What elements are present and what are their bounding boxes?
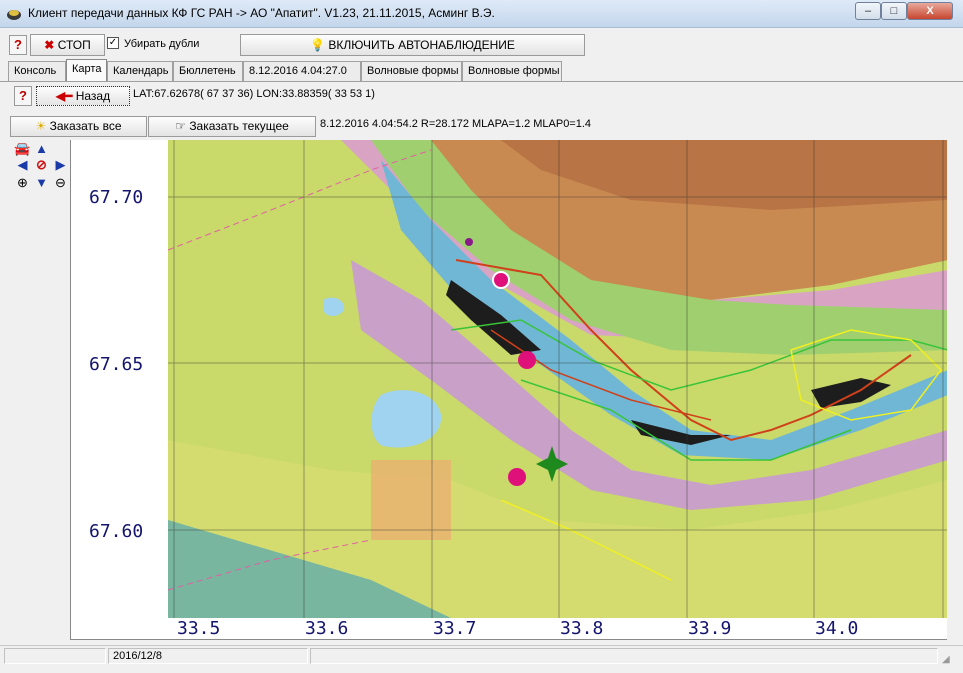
app-icon: [7, 10, 21, 20]
stop-x-icon: ✖: [44, 38, 55, 52]
tab-0[interactable]: Консоль: [8, 61, 66, 81]
status-cell: [310, 648, 938, 664]
arrow-down-icon[interactable]: ▼: [33, 174, 50, 191]
arrow-up-icon[interactable]: ▲: [33, 140, 50, 157]
lon-label: 33.5: [177, 618, 221, 639]
zoom-in-icon[interactable]: ⊕: [14, 174, 31, 191]
auto-observe-label: ВКЛЮЧИТЬ АВТОНАБЛЮДЕНИЕ: [328, 38, 515, 52]
status-cell: [4, 648, 106, 664]
help-button[interactable]: ?: [9, 35, 27, 55]
sun-icon: ☀: [35, 119, 47, 133]
geologic-map: [167, 140, 947, 618]
pointing-hand-icon: ☞: [175, 119, 186, 133]
map-canvas[interactable]: [71, 140, 947, 640]
lon-label: 33.7: [433, 618, 477, 639]
cursor-coords: LAT:67.62678( 67 37 36) LON:33.88359( 33…: [133, 88, 375, 100]
event-info: 8.12.2016 4.04:54.2 R=28.172 MLAPA=1.2 M…: [320, 118, 592, 130]
station-marker[interactable]: [508, 468, 526, 486]
stop-label: СТОП: [57, 38, 91, 52]
tab-6[interactable]: Волновые формы: [462, 61, 562, 81]
lat-label: 67.60: [89, 521, 144, 542]
order-all-button[interactable]: ☀ Заказать все: [10, 116, 147, 137]
lon-label: 34.0: [815, 618, 859, 639]
back-button[interactable]: ◀━ Назад: [36, 86, 130, 106]
title-bar: Клиент передачи данных КФ ГС РАН -> АО "…: [0, 0, 963, 28]
order-current-button[interactable]: ☞ Заказать текущее: [148, 116, 316, 137]
dedupe-checkbox[interactable]: ✓: [107, 37, 119, 49]
tab-2[interactable]: Календарь: [107, 61, 173, 81]
map-nav-panel: 🚘 ▲ ◀ ⊘ ▶ ⊕ ▼ ⊖: [10, 140, 70, 640]
arrow-left-icon: ◀━: [55, 89, 73, 103]
order-current-label: Заказать текущее: [189, 119, 289, 133]
lat-label: 67.70: [89, 187, 144, 208]
zoom-out-icon[interactable]: ⊖: [52, 174, 69, 191]
window-title: Клиент передачи данных КФ ГС РАН -> АО "…: [28, 6, 495, 20]
arrow-left-icon[interactable]: ◀: [14, 156, 31, 173]
close-button[interactable]: X: [907, 2, 953, 20]
tab-1[interactable]: Карта: [66, 59, 107, 81]
station-marker-core: [497, 276, 505, 284]
map-help-button[interactable]: ?: [14, 86, 32, 106]
station-dot[interactable]: [465, 238, 473, 246]
tab-4[interactable]: 8.12.2016 4.04:27.0: [243, 61, 361, 81]
lon-label: 33.9: [688, 618, 732, 639]
status-bar: 2016/12/8 ◢: [0, 645, 963, 673]
car-icon[interactable]: 🚘: [14, 140, 31, 157]
lon-label: 33.8: [560, 618, 604, 639]
maximize-button[interactable]: □: [881, 2, 907, 20]
resize-grip-icon[interactable]: ◢: [942, 654, 950, 665]
stop-icon[interactable]: ⊘: [33, 156, 50, 173]
auto-observe-button[interactable]: 💡 ВКЛЮЧИТЬ АВТОНАБЛЮДЕНИЕ: [240, 34, 585, 56]
lat-label: 67.65: [89, 354, 144, 375]
stop-button[interactable]: ✖ СТОП: [30, 34, 105, 56]
tab-3[interactable]: Бюллетень: [173, 61, 243, 81]
station-marker[interactable]: [518, 351, 536, 369]
arrow-right-icon[interactable]: ▶: [52, 156, 69, 173]
dedupe-label: Убирать дубли: [124, 38, 200, 50]
back-label: Назад: [75, 89, 111, 103]
map-panel[interactable]: 67.70 67.65 67.60 33.5 33.6 33.7 33.8 33…: [70, 140, 947, 640]
tab-divider: [0, 81, 963, 82]
status-date: 2016/12/8: [108, 648, 308, 664]
lightbulb-icon: 💡: [310, 38, 326, 52]
tab-5[interactable]: Волновые формы: [361, 61, 462, 81]
minimize-button[interactable]: –: [855, 2, 881, 20]
lon-label: 33.6: [305, 618, 349, 639]
order-all-label: Заказать все: [49, 119, 122, 133]
